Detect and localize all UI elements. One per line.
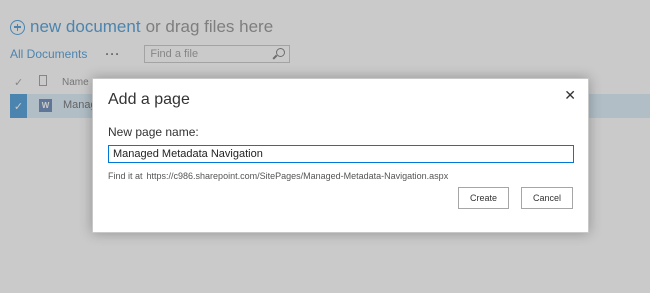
page-url-hint: Find it at https://c986.sharepoint.com/Si… <box>108 171 448 181</box>
page-name-input[interactable] <box>108 145 574 163</box>
cancel-button[interactable]: Cancel <box>521 187 573 209</box>
add-page-dialog: Add a page ✕ New page name: Find it atht… <box>92 78 589 233</box>
find-it-prefix: Find it at <box>108 171 143 181</box>
dialog-title: Add a page <box>108 91 190 108</box>
close-icon[interactable]: ✕ <box>564 87 576 103</box>
create-button[interactable]: Create <box>458 187 509 209</box>
page-url: https://c986.sharepoint.com/SitePages/Ma… <box>146 171 449 181</box>
page-name-label: New page name: <box>108 125 199 139</box>
